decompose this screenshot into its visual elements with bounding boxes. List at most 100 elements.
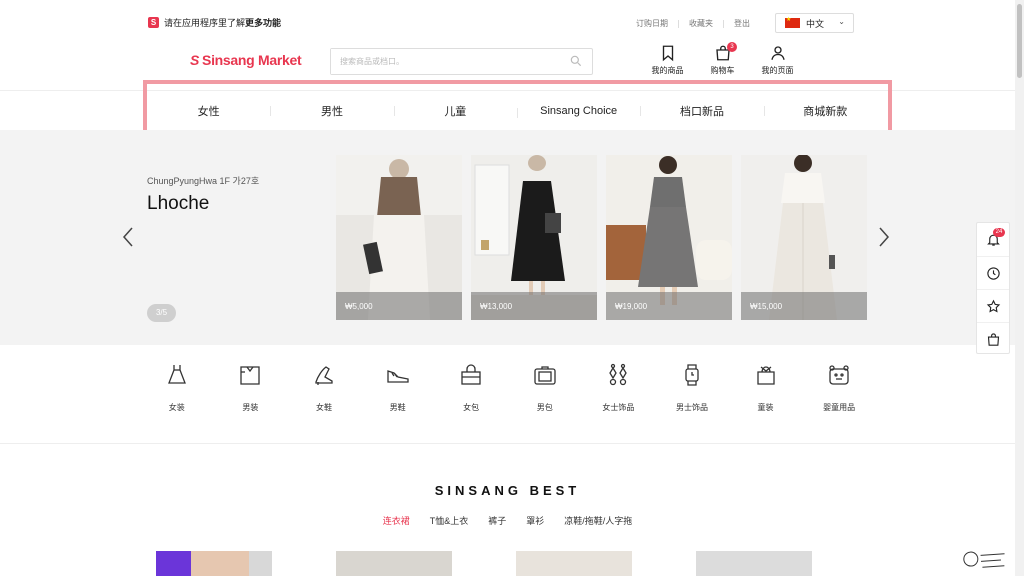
chevron-down-icon: ⌄ [838,17,845,26]
tab-pants[interactable]: 裤子 [488,514,506,527]
best-product-thumbnail[interactable] [156,551,272,576]
product-card[interactable]: ₩19,000 [606,155,732,320]
category-label: 男士饰品 [675,403,708,412]
product-price: ₩15,000 [741,292,867,320]
category-men-bags[interactable]: 男包 [508,348,582,438]
logo-mark-icon: S [190,52,200,68]
tab-tshirts-tops[interactable]: T恤&上衣 [430,514,469,527]
cart-badge: 3 [727,42,737,52]
product-price: ₩13,000 [471,292,597,320]
nav-item-men[interactable]: 男性 [270,103,393,119]
category-kids-clothing[interactable]: 童装 [729,348,803,438]
product-card[interactable]: ₩15,000 [741,155,867,320]
tab-dresses[interactable]: 连衣裙 [383,514,410,527]
divider [723,19,724,28]
dress-icon [167,365,186,384]
my-products-label: 我的商品 [651,66,684,75]
best-product-list [156,551,812,576]
nav-item-mall-new[interactable]: 商城新款 [763,103,887,119]
category-men-shoes[interactable]: 男鞋 [361,348,435,438]
favorites-link[interactable]: 收藏夹 [689,18,713,29]
china-flag-icon [785,16,800,28]
kids-clothes-icon [756,366,775,385]
nav-item-women[interactable]: 女性 [147,103,270,119]
my-products-button[interactable]: 我的商品 [640,44,695,76]
category-label: 女包 [463,403,480,412]
language-select[interactable]: 中文 ⌄ [775,13,854,33]
category-women-bags[interactable]: 女包 [434,348,508,438]
category-label: 男鞋 [389,403,406,412]
handbag-icon [461,364,481,385]
header-icons: 我的商品 3 购物车 我的页面 [640,42,805,76]
product-card[interactable]: ₩13,000 [471,155,597,320]
favorites-button[interactable] [977,289,1009,322]
logout-link[interactable]: 登出 [734,18,750,29]
category-label: 男装 [242,403,259,412]
hero-banner: ChungPyungHwa 1F 가27호 Lhoche 3/5 ₩5,000 [0,130,1015,345]
product-price: ₩5,000 [336,292,462,320]
tab-sandals[interactable]: 凉鞋/拖鞋/人字拖 [564,514,632,527]
category-baby-goods[interactable]: 婴童用品 [802,348,876,438]
shopping-bag-icon [987,332,999,346]
chevron-right-icon [879,227,890,247]
utility-links: 订购日期 收藏夹 登出 [636,18,750,29]
store-location: ChungPyungHwa 1F 가27호 [147,176,260,186]
language-label: 中文 [806,18,825,29]
app-promo-text: 请在应用程序里了解更多功能 [164,18,282,28]
scrollbar-thumb[interactable] [1017,4,1022,78]
category-men-clothing[interactable]: 男装 [214,348,288,438]
tab-blouses[interactable]: 罩衫 [526,514,544,527]
star-icon [986,299,1000,312]
category-label: 男包 [536,403,553,412]
best-product-thumbnail[interactable] [516,551,632,576]
nav-item-kids[interactable]: 儿童 [393,103,517,119]
site-logo[interactable]: S Sinsang Market [190,52,302,68]
divider [678,19,679,28]
nav-item-sinsang-choice[interactable]: Sinsang Choice [516,105,640,118]
cart-shortcut-button[interactable] [977,322,1009,355]
category-nav: 女性 男性 儿童 Sinsang Choice 档口新品 商城新款 [147,91,887,130]
best-product-thumbnail[interactable] [336,551,452,576]
watermark-logo [961,545,1011,576]
best-product-thumbnail[interactable] [696,551,812,576]
cart-button[interactable]: 3 购物车 [695,42,750,76]
my-page-label: 我的页面 [761,66,794,75]
order-date-link[interactable]: 订购日期 [636,18,668,29]
floating-side-panel: 24 [976,222,1010,354]
category-women-accessories[interactable]: 女士饰品 [582,348,656,438]
app-promo-link[interactable]: S 请在应用程序里了解更多功能 [148,16,281,29]
product-card[interactable]: ₩5,000 [336,155,462,320]
briefcase-icon [534,366,556,385]
my-page-button[interactable]: 我的页面 [750,44,805,76]
category-women-clothing[interactable]: 女装 [140,348,214,438]
search-input[interactable] [331,49,551,74]
best-tabs: 连衣裙 T恤&上衣 裤子 罩衫 凉鞋/拖鞋/人字拖 [0,514,1015,527]
search-icon[interactable] [569,54,583,68]
page-scrollbar[interactable] [1015,0,1024,576]
category-men-accessories[interactable]: 男士饰品 [655,348,729,438]
nav-item-store-new[interactable]: 档口新品 [640,103,763,119]
heel-icon [315,366,333,385]
chevron-left-icon [122,227,133,247]
clock-icon [986,266,1000,280]
product-carousel: ₩5,000 ₩13,000 ₩19,000 ₩15,000 [336,155,867,320]
category-women-shoes[interactable]: 女鞋 [287,348,361,438]
carousel-prev-button[interactable] [122,226,134,252]
page: S 请在应用程序里了解更多功能 订购日期 收藏夹 登出 中文 ⌄ S Sinsa… [0,0,1024,576]
store-name[interactable]: Lhoche [147,193,209,215]
category-label: 女鞋 [315,403,332,412]
category-label: 婴童用品 [823,403,856,412]
category-label: 女士饰品 [602,403,635,412]
section-divider [0,443,1015,444]
cart-label: 购物车 [710,66,735,75]
search-box [330,48,593,75]
bookmark-icon [662,45,673,62]
carousel-next-button[interactable] [878,226,890,252]
category-label: 童装 [757,403,774,412]
category-icon-row: 女装 男装 女鞋 男鞋 女包 男包 女士饰品 男士饰品 童装 婴童用品 [140,348,880,438]
watch-icon [685,364,699,386]
notifications-button[interactable]: 24 [977,223,1009,256]
recent-viewed-button[interactable] [977,256,1009,289]
best-section-title: SINSANG BEST [434,483,581,498]
sneaker-icon [386,370,409,383]
